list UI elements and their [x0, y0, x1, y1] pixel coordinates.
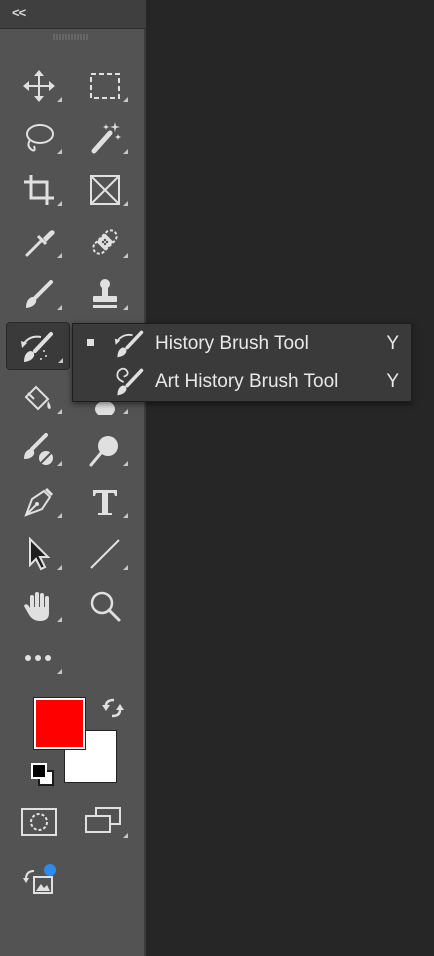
brush-tool[interactable] — [8, 272, 68, 316]
tool-flyout-menu: History Brush Tool Y Art History Brush T… — [72, 323, 412, 402]
notification-dot — [44, 864, 56, 876]
screen-mode-button[interactable] — [74, 800, 134, 844]
flyout-item-shortcut: Y — [386, 371, 399, 392]
eyedropper-tool[interactable] — [8, 220, 68, 264]
bandage-icon — [92, 229, 118, 255]
arrow-icon — [29, 537, 51, 571]
clone-stamp-tool[interactable] — [74, 272, 134, 316]
lasso-icon — [26, 124, 54, 152]
flyout-item-history-brush[interactable]: History Brush Tool Y — [73, 325, 411, 362]
move-icon — [23, 70, 55, 102]
mixer-brush-icon — [24, 433, 53, 465]
tools-panel: << — [0, 0, 146, 956]
line-icon — [90, 539, 120, 569]
collapse-button[interactable]: << — [12, 5, 26, 20]
type-tool[interactable] — [74, 480, 134, 524]
brush-icon — [26, 280, 53, 308]
quick-mask-button[interactable] — [8, 800, 68, 844]
art-history-brush-icon — [116, 367, 144, 396]
stamp-icon — [93, 279, 117, 308]
swap-colors-icon[interactable] — [100, 696, 126, 722]
dodge-icon — [89, 436, 118, 467]
frame-icon — [90, 175, 120, 205]
share-button[interactable] — [8, 860, 68, 904]
default-colors-icon[interactable] — [30, 762, 56, 788]
edit-toolbar-button[interactable] — [8, 636, 68, 680]
hand-tool[interactable] — [8, 584, 68, 628]
lasso-tool[interactable] — [8, 116, 68, 160]
selected-bullet — [87, 339, 94, 346]
pen-tool[interactable] — [8, 480, 68, 524]
marquee-icon — [90, 73, 120, 99]
flyout-item-label: History Brush Tool — [155, 333, 309, 354]
eyedropper-icon — [25, 230, 55, 257]
quick-mask-icon — [21, 808, 57, 836]
drag-grip-icon[interactable] — [52, 33, 92, 41]
paint-bucket-tool[interactable] — [8, 376, 68, 420]
magic-wand-icon — [91, 122, 121, 154]
screen-mode-icon — [85, 807, 121, 833]
pen-icon — [24, 487, 54, 517]
flyout-item-shortcut: Y — [386, 333, 399, 354]
flyout-item-label: Art History Brush Tool — [155, 371, 339, 392]
crop-icon — [24, 175, 54, 205]
more-icon — [25, 655, 51, 661]
magic-wand-tool[interactable] — [74, 116, 134, 160]
history-brush-icon — [21, 332, 53, 362]
zoom-tool[interactable] — [74, 584, 134, 628]
history-brush-icon — [114, 330, 144, 358]
rectangular-marquee-tool[interactable] — [74, 64, 134, 108]
panel-header: << — [0, 0, 146, 29]
healing-brush-tool[interactable] — [74, 220, 134, 264]
foreground-color-swatch[interactable] — [34, 698, 85, 749]
frame-tool[interactable] — [74, 168, 134, 212]
zoom-icon — [90, 591, 121, 622]
mixer-brush-tool[interactable] — [8, 428, 68, 472]
move-tool[interactable] — [8, 64, 68, 108]
bucket-icon — [24, 385, 51, 411]
crop-tool[interactable] — [8, 168, 68, 212]
dodge-tool[interactable] — [74, 428, 134, 472]
history-brush-tool[interactable] — [6, 322, 70, 370]
type-icon — [93, 490, 117, 515]
hand-icon — [24, 592, 49, 621]
line-tool[interactable] — [74, 532, 134, 576]
path-selection-tool[interactable] — [8, 532, 68, 576]
flyout-item-art-history-brush[interactable]: Art History Brush Tool Y — [73, 363, 411, 400]
